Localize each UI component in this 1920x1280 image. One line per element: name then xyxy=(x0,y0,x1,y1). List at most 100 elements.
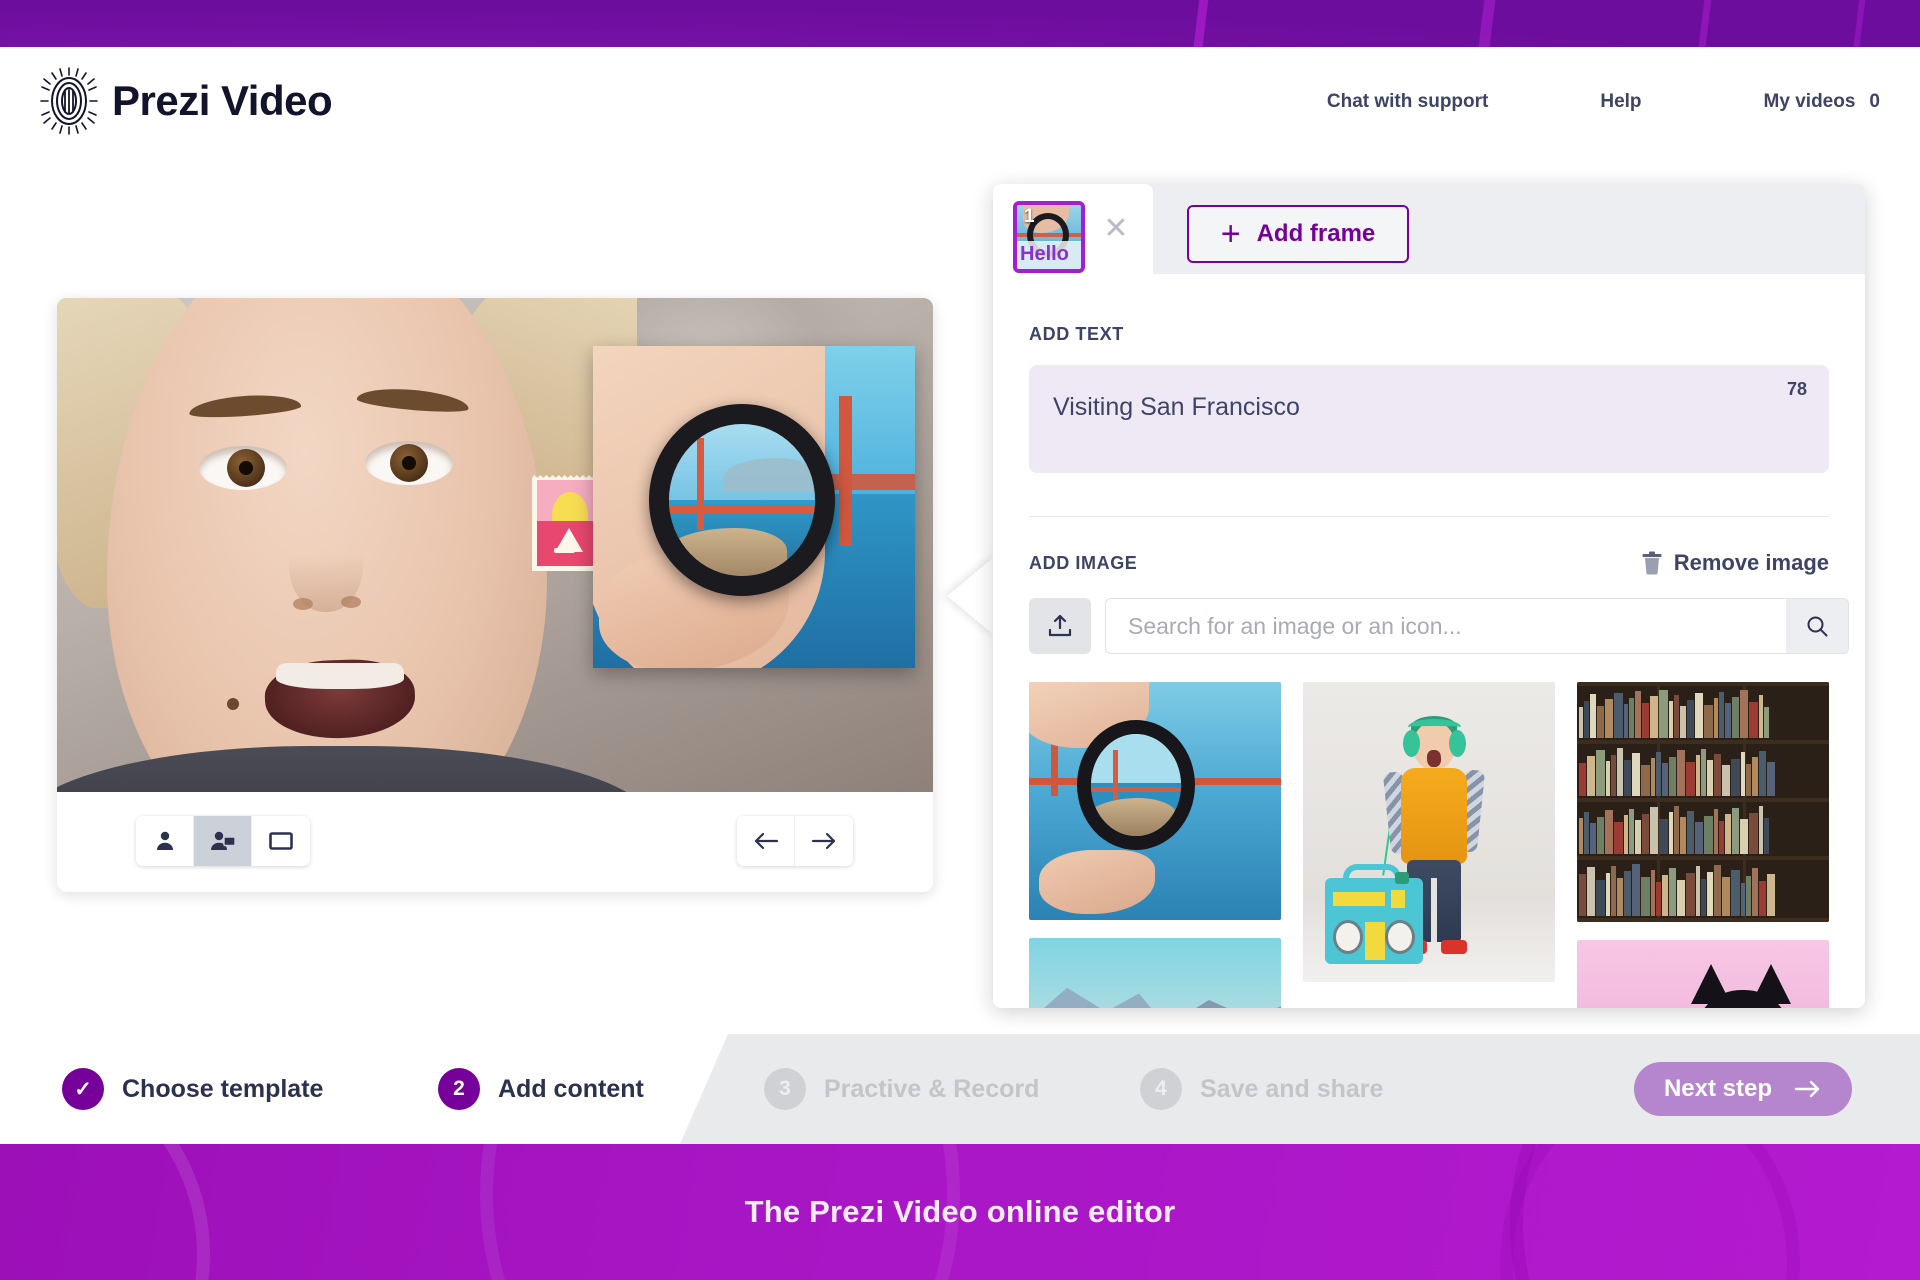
arrow-left-icon xyxy=(754,832,778,850)
close-x-icon[interactable]: ✕ xyxy=(1103,214,1129,244)
step-choose-template[interactable]: ✓ Choose template xyxy=(62,1068,323,1110)
result-hand-holding-lens-golden-gate[interactable] xyxy=(1029,682,1281,920)
overlay-image-bridge-tower xyxy=(839,396,852,546)
result-book-spine xyxy=(1707,760,1713,796)
result-book-spine xyxy=(1669,756,1676,796)
result-boombox-speaker xyxy=(1333,920,1363,954)
remove-image-button[interactable]: Remove image xyxy=(1641,550,1829,576)
results-column xyxy=(1303,682,1555,1000)
result-book-spine xyxy=(1732,696,1739,738)
panel-callout-pointer xyxy=(947,556,995,636)
result-book-spine xyxy=(1662,763,1668,796)
result-book-row xyxy=(1577,862,1829,916)
result-boombox-speaker xyxy=(1385,920,1415,954)
webcam-person-mole xyxy=(227,698,239,710)
result-book-spine xyxy=(1740,819,1748,854)
image-search-submit[interactable] xyxy=(1786,599,1848,653)
content-editor-panel: 1 Hello ✕ + Add frame ADD TEXT Visiting … xyxy=(993,184,1865,1008)
frame-tab[interactable]: 1 Hello xyxy=(993,184,1153,274)
add-image-section: ADD IMAGE Remove image xyxy=(1029,550,1849,654)
step-practice-and-record[interactable]: 3 Practive & Record xyxy=(764,1068,1039,1110)
result-book-spine xyxy=(1752,868,1758,916)
nav-help[interactable]: Help xyxy=(1600,91,1641,113)
add-image-label: ADD IMAGE xyxy=(1029,552,1138,573)
preview-toolbar xyxy=(57,792,933,892)
frame-thumbnail[interactable]: 1 Hello xyxy=(1013,201,1085,273)
result-boombox-yellow-square xyxy=(1391,890,1405,908)
video-preview-card: Visiting San Francisco xyxy=(57,298,933,892)
result-book-spine xyxy=(1629,808,1634,854)
result-book-spine xyxy=(1767,873,1775,916)
overlay-image-lens xyxy=(649,404,835,596)
top-decorative-banner xyxy=(0,0,1920,47)
result-boombox-yellow-bar xyxy=(1333,892,1385,906)
layout-mode-content-only[interactable] xyxy=(252,816,310,866)
next-step-button[interactable]: Next step xyxy=(1633,1062,1852,1116)
add-text-section: ADD TEXT Visiting San Francisco 78 xyxy=(1029,324,1829,473)
result-book-spine xyxy=(1579,762,1586,796)
result-book-spine xyxy=(1629,697,1634,738)
next-frame-button[interactable] xyxy=(795,816,853,866)
result-book-spine xyxy=(1606,761,1610,796)
result-shelf-board xyxy=(1577,918,1829,922)
result-lens-sky xyxy=(1091,734,1181,783)
brand-logo[interactable]: Prezi Video xyxy=(40,65,333,137)
previous-frame-button[interactable] xyxy=(737,816,795,866)
result-book-spine xyxy=(1731,870,1740,916)
result-book-spine xyxy=(1635,820,1641,854)
step-add-content[interactable]: 2 Add content xyxy=(438,1068,644,1110)
result-mountain-forest[interactable] xyxy=(1029,938,1281,1008)
result-book-spine xyxy=(1662,874,1668,916)
result-book-spine xyxy=(1759,880,1766,916)
results-column xyxy=(1577,682,1829,1008)
upload-image-button[interactable] xyxy=(1029,598,1091,654)
result-book-spine xyxy=(1579,707,1583,738)
result-book-spine xyxy=(1696,755,1700,796)
result-kid-vest xyxy=(1401,768,1467,864)
result-book-spine xyxy=(1656,751,1661,796)
result-kid-shoe xyxy=(1441,940,1467,954)
result-book-spine xyxy=(1642,813,1649,854)
overlay-content-image[interactable] xyxy=(593,346,915,668)
result-book-spine xyxy=(1659,818,1668,854)
image-search-input[interactable] xyxy=(1106,612,1786,640)
add-text-value: Visiting San Francisco xyxy=(1053,393,1300,421)
result-book-spine xyxy=(1752,757,1758,796)
image-search-results xyxy=(1029,682,1829,1008)
add-frame-button[interactable]: + Add frame xyxy=(1187,205,1409,263)
result-book-spine xyxy=(1579,874,1586,916)
add-text-input[interactable]: Visiting San Francisco 78 xyxy=(1029,365,1829,473)
result-book-spine xyxy=(1722,877,1730,916)
result-shelf-board xyxy=(1577,740,1829,744)
nav-chat-with-support[interactable]: Chat with support xyxy=(1327,91,1488,113)
result-book-spine xyxy=(1635,691,1641,738)
result-book-spine xyxy=(1641,876,1650,916)
result-book-spine xyxy=(1714,753,1721,796)
result-book-spine xyxy=(1714,864,1721,916)
result-book-spine xyxy=(1597,705,1604,738)
nav-my-videos[interactable]: My videos xyxy=(1764,91,1856,113)
result-bookshelf[interactable] xyxy=(1577,682,1829,922)
layout-mode-person-and-content[interactable] xyxy=(194,816,252,866)
image-search-row xyxy=(1029,598,1849,654)
result-book-spine xyxy=(1669,701,1673,738)
result-kid-leg-gap xyxy=(1431,878,1437,942)
step-save-and-share[interactable]: 4 Save and share xyxy=(1140,1068,1383,1110)
result-book-spine xyxy=(1680,817,1686,854)
result-kid-with-headphones-and-boombox[interactable] xyxy=(1303,682,1555,982)
result-book-spine xyxy=(1596,879,1605,916)
result-book-spine xyxy=(1632,753,1640,796)
result-black-cat-pink-background[interactable] xyxy=(1577,940,1829,1008)
webcam-person-nostril xyxy=(293,598,313,610)
layout-mode-person-only[interactable] xyxy=(136,816,194,866)
banner-swoosh xyxy=(1500,1144,1800,1280)
video-preview-stage[interactable]: Visiting San Francisco xyxy=(57,298,933,792)
webcam-person-teeth xyxy=(276,663,404,689)
result-book-spine xyxy=(1587,756,1595,796)
arrow-right-icon xyxy=(1794,1080,1820,1098)
result-book-spine xyxy=(1704,704,1713,738)
result-book-spine xyxy=(1677,750,1685,796)
magnifier-icon xyxy=(1807,616,1828,637)
app-root: Prezi Video Chat with support Help My vi… xyxy=(0,0,1920,1280)
header-nav: Chat with support Help My videos 0 xyxy=(1327,91,1880,113)
